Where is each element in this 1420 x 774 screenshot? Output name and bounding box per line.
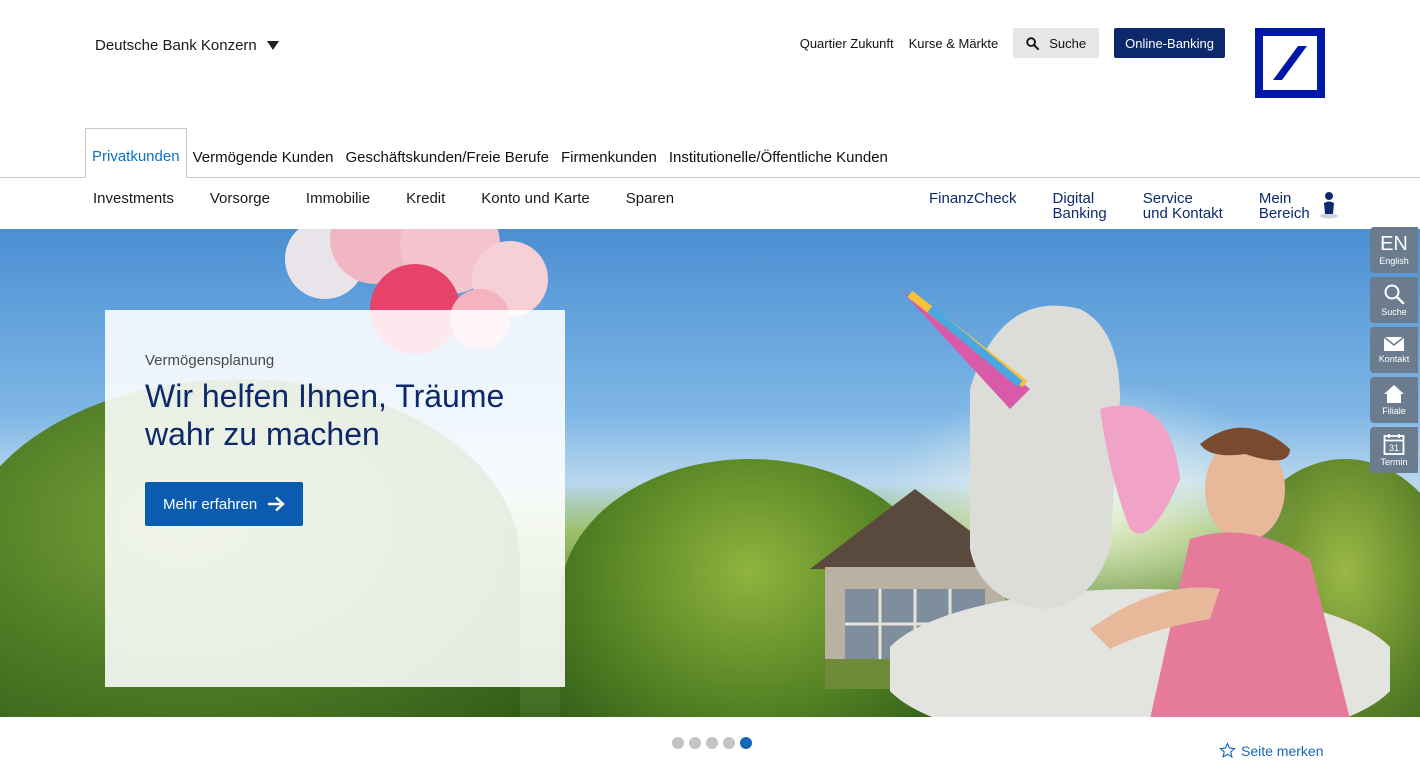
quick-branch-button[interactable]: Filiale xyxy=(1370,377,1418,423)
mehr-erfahren-button[interactable]: Mehr erfahren xyxy=(145,482,304,526)
utility-links: Quartier Zukunft Kurse & Märkte Suche On… xyxy=(800,28,1225,58)
secondary-nav-right: FinanzCheck Digital Banking Service und … xyxy=(929,191,1340,221)
quick-appointment-label: Termin xyxy=(1380,457,1408,467)
quick-access-bar: EN English Suche Kontakt Filiale 31 Term… xyxy=(1370,227,1418,473)
carousel-pagination xyxy=(672,737,752,749)
subnav-sparen[interactable]: Sparen xyxy=(626,190,674,207)
home-icon xyxy=(1384,385,1404,403)
tab-firmenkunden[interactable]: Firmenkunden xyxy=(555,128,663,178)
link-kurse-maerkte[interactable]: Kurse & Märkte xyxy=(909,36,999,51)
search-button[interactable]: Suche xyxy=(1013,28,1100,58)
language-code: EN xyxy=(1380,233,1408,255)
star-icon xyxy=(1219,742,1236,759)
hero-banner: Vermögensplanung Wir helfen Ihnen, Träum… xyxy=(0,229,1420,717)
bookmark-label: Seite merken xyxy=(1241,742,1324,759)
quick-appointment-button[interactable]: 31 Termin xyxy=(1370,427,1418,473)
calendar-day: 31 xyxy=(1389,443,1399,453)
secondary-nav: Investments Vorsorge Immobilie Kredit Ko… xyxy=(93,190,674,207)
carousel-dot[interactable] xyxy=(706,737,718,749)
subnav-kredit[interactable]: Kredit xyxy=(406,190,445,207)
tab-label: Institutionelle/Öffentliche Kunden xyxy=(668,149,888,166)
hero-unicorn-girl-image xyxy=(890,289,1390,717)
tab-vermoegende-kunden[interactable]: Vermögende Kunden xyxy=(187,128,340,178)
top-header: Deutsche Bank Konzern Quartier Zukunft K… xyxy=(0,0,1420,128)
group-selector[interactable]: Deutsche Bank Konzern xyxy=(95,37,279,54)
hero-teaser-card: Vermögensplanung Wir helfen Ihnen, Träum… xyxy=(105,310,565,687)
logo-slash-icon xyxy=(1273,46,1307,80)
quick-contact-label: Kontakt xyxy=(1378,354,1410,364)
search-icon xyxy=(1384,284,1405,305)
search-button-label: Suche xyxy=(1049,35,1087,51)
quick-search-button[interactable]: Suche xyxy=(1370,277,1418,323)
subnav-immobilie[interactable]: Immobilie xyxy=(306,190,370,207)
link-finanzcheck[interactable]: FinanzCheck xyxy=(929,191,1017,206)
nav-divider xyxy=(0,177,1420,178)
link-quartier-zukunft[interactable]: Quartier Zukunft xyxy=(800,36,894,51)
tab-institutionelle[interactable]: Institutionelle/Öffentliche Kunden xyxy=(663,128,894,178)
carousel-dot[interactable] xyxy=(723,737,735,749)
tab-label: Privatkunden xyxy=(92,148,180,165)
online-banking-label: Online-Banking xyxy=(1125,35,1214,51)
hero-headline-line2: wahr zu machen xyxy=(145,416,380,452)
search-icon xyxy=(1026,36,1040,50)
link-service-kontakt[interactable]: Service und Kontakt xyxy=(1143,191,1223,221)
subnav-investments[interactable]: Investments xyxy=(93,190,174,207)
carousel-dot[interactable] xyxy=(689,737,701,749)
carousel-dot[interactable] xyxy=(672,737,684,749)
hero-eyebrow: Vermögensplanung xyxy=(145,352,275,369)
caret-down-icon xyxy=(266,41,279,50)
language-button[interactable]: EN English xyxy=(1370,227,1418,273)
calendar-icon: 31 xyxy=(1383,434,1405,455)
mein-line2: Bereich xyxy=(1258,205,1310,222)
user-icon xyxy=(1319,192,1338,219)
link-mein-bereich[interactable]: Mein Bereich xyxy=(1259,191,1340,221)
quick-branch-label: Filiale xyxy=(1382,406,1406,416)
subnav-vorsorge[interactable]: Vorsorge xyxy=(210,190,270,207)
tab-label: Vermögende Kunden xyxy=(192,149,334,166)
link-digital-banking[interactable]: Digital Banking xyxy=(1053,191,1107,221)
group-selector-label: Deutsche Bank Konzern xyxy=(95,37,257,54)
digital-banking-line2: Banking xyxy=(1052,205,1107,222)
arrow-right-icon xyxy=(268,496,285,512)
language-label: English xyxy=(1379,256,1409,266)
quick-contact-button[interactable]: Kontakt xyxy=(1370,327,1418,373)
tab-geschaeftskunden[interactable]: Geschäftskunden/Freie Berufe xyxy=(340,128,555,178)
subnav-konto-karte[interactable]: Konto und Karte xyxy=(481,190,589,207)
hero-headline-line1: Wir helfen Ihnen, Träume xyxy=(145,378,505,414)
envelope-icon xyxy=(1383,336,1405,351)
tab-privatkunden[interactable]: Privatkunden xyxy=(85,128,187,178)
primary-nav: Privatkunden Vermögende Kunden Geschäfts… xyxy=(85,128,894,178)
tab-label: Geschäftskunden/Freie Berufe xyxy=(345,149,549,166)
online-banking-button[interactable]: Online-Banking xyxy=(1114,28,1225,58)
bookmark-page-link[interactable]: Seite merken xyxy=(1219,742,1323,759)
cta-label: Mehr erfahren xyxy=(163,495,258,513)
hero-headline: Wir helfen Ihnen, Träume wahr zu machen xyxy=(145,377,525,453)
deutsche-bank-logo[interactable] xyxy=(1255,28,1325,98)
quick-search-label: Suche xyxy=(1381,307,1407,317)
service-line2: und Kontakt xyxy=(1142,205,1223,222)
tab-label: Firmenkunden xyxy=(560,149,657,166)
carousel-dot[interactable] xyxy=(740,737,752,749)
finanzcheck-label: FinanzCheck xyxy=(929,190,1017,207)
